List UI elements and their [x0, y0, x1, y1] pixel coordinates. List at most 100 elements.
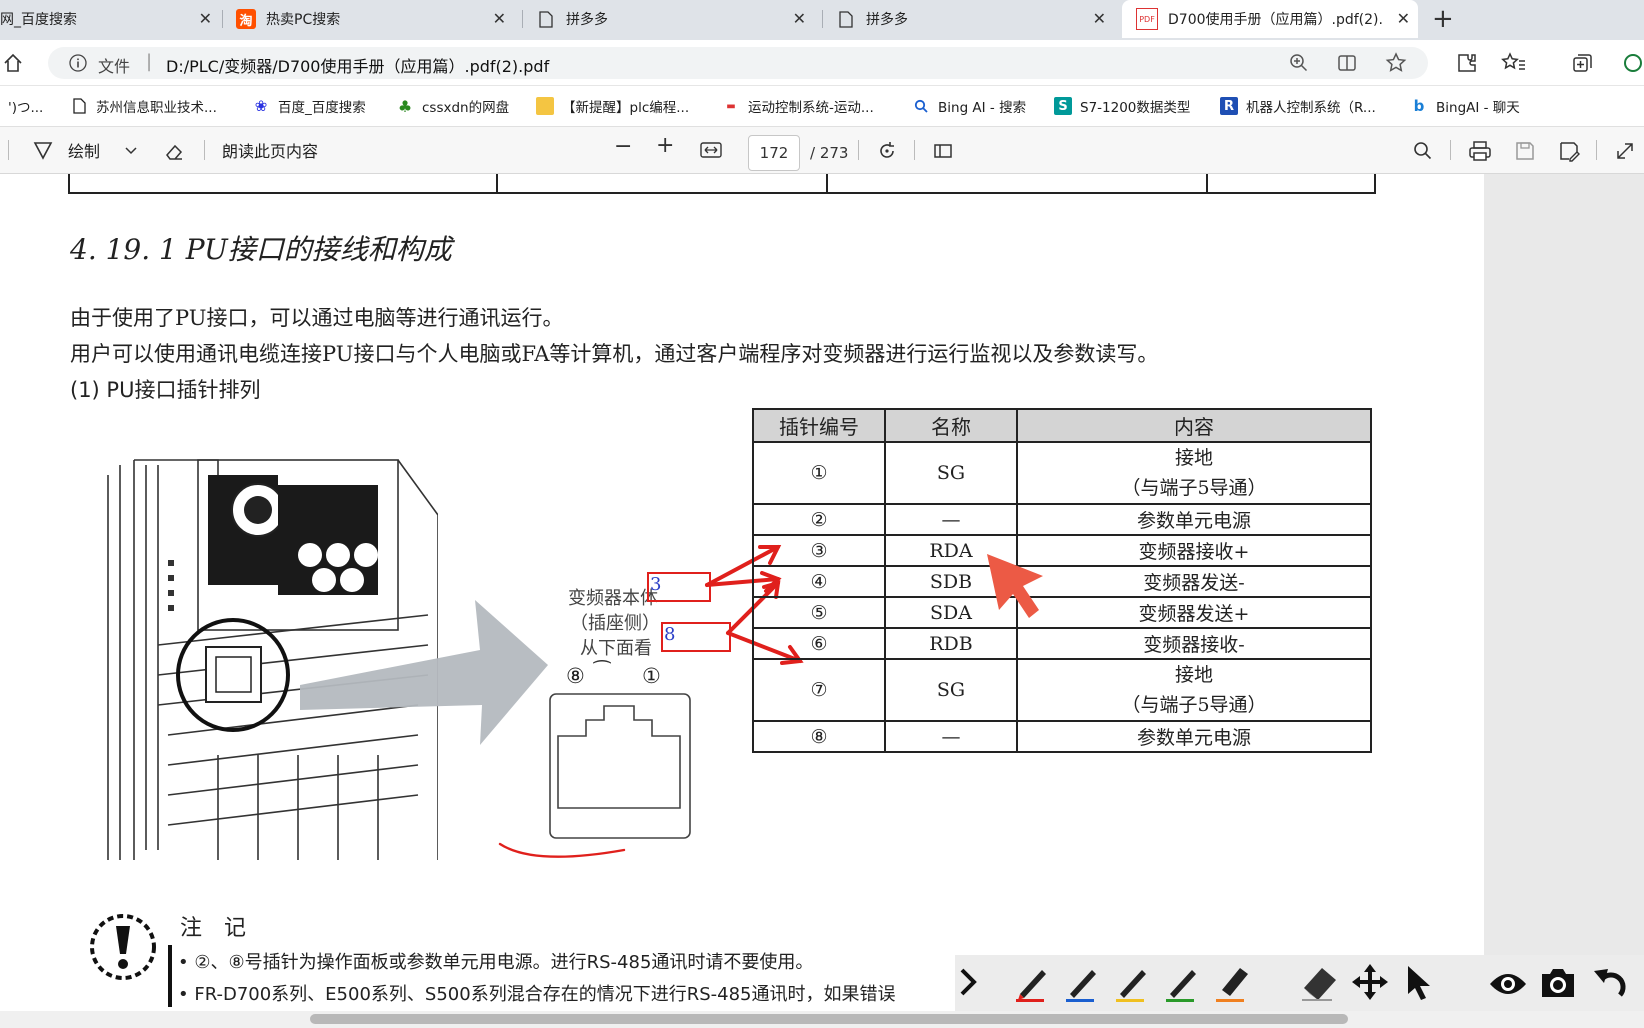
- tab-baidu[interactable]: 网_百度搜索 ✕: [0, 0, 220, 38]
- table-row: ② — 参数单元电源: [752, 503, 1372, 536]
- tab-taobao[interactable]: 淘 热卖PC搜索 ✕: [236, 0, 514, 38]
- camera-icon[interactable]: [1538, 966, 1578, 1004]
- pin-no: ⑦: [752, 658, 886, 722]
- move-icon[interactable]: [1350, 962, 1390, 1006]
- zoom-icon[interactable]: [1288, 52, 1310, 78]
- zoom-out-button[interactable]: −: [614, 134, 632, 159]
- save-as-icon[interactable]: [1558, 140, 1580, 166]
- green-pen-icon[interactable]: [1162, 962, 1202, 1006]
- tab-label: D700使用手册（应用篇）.pdf(2).: [1168, 12, 1383, 28]
- bookmark-item[interactable]: ')つ...: [8, 96, 43, 116]
- pin-no: ⑤: [752, 596, 886, 629]
- close-icon[interactable]: ✕: [793, 9, 806, 28]
- bookmark-label: 运动控制系统-运动...: [748, 100, 874, 116]
- extensions-icon[interactable]: [1455, 51, 1479, 79]
- table-row: ① SG 接地 （与端子5导通）: [752, 441, 1372, 505]
- tab-pinduoduo-2[interactable]: 拼多多 ✕: [836, 0, 1114, 38]
- pin-content: 变频器发送+: [1016, 596, 1372, 629]
- page-view-icon[interactable]: [932, 140, 954, 166]
- read-aloud-button[interactable]: 朗读此页内容: [222, 138, 318, 162]
- bookmark-item[interactable]: Bing AI - 搜索: [912, 96, 1026, 116]
- favorite-star-icon[interactable]: [1384, 51, 1408, 79]
- chevron-right-icon[interactable]: [958, 966, 978, 1002]
- url-box[interactable]: 文件 | D:/PLC/变频器/D700使用手册（应用篇）.pdf(2).pdf: [48, 47, 1428, 79]
- table-header-row: 插针编号 名称 内容: [752, 408, 1372, 443]
- pointer-icon[interactable]: [1404, 964, 1436, 1006]
- draw-icon[interactable]: [32, 139, 54, 165]
- close-icon[interactable]: ✕: [1093, 9, 1106, 28]
- bookmark-item[interactable]: ▬ 运动控制系统-运动...: [722, 96, 874, 116]
- search-icon[interactable]: [1412, 140, 1434, 166]
- home-icon[interactable]: [2, 52, 24, 78]
- notes-title: 注 记: [180, 916, 247, 941]
- pin-no: ③: [752, 534, 886, 567]
- pin-name: SG: [884, 441, 1018, 505]
- rj45-socket: [549, 693, 691, 839]
- new-tab-button[interactable]: +: [1432, 4, 1454, 34]
- orange-highlighter-icon[interactable]: [1212, 962, 1252, 1006]
- search-icon: [912, 97, 930, 115]
- bookmark-item[interactable]: 【新提醒】plc编程...: [536, 96, 689, 116]
- header-cell: 插针编号: [752, 408, 886, 443]
- pin-no: ④: [752, 565, 886, 598]
- bookmark-item[interactable]: ♣ cssxdn的网盘: [396, 96, 509, 117]
- bookmark-label: S7-1200数据类型: [1080, 100, 1191, 116]
- undo-icon[interactable]: [1590, 965, 1630, 1007]
- page-icon: [536, 9, 556, 29]
- red-pen-icon[interactable]: [1012, 962, 1052, 1006]
- info-icon[interactable]: [68, 53, 88, 77]
- collections-icon[interactable]: [1570, 51, 1594, 79]
- tab-pinduoduo-1[interactable]: 拼多多 ✕: [536, 0, 814, 38]
- bookmark-item[interactable]: R 机器人控制系统（R...: [1220, 96, 1376, 116]
- yellow-pen-icon[interactable]: [1112, 962, 1152, 1006]
- bookmark-label: ')つ...: [8, 100, 44, 116]
- bookmark-item[interactable]: 苏州信息职业技术...: [70, 96, 217, 116]
- pin-no: ⑧: [752, 720, 886, 753]
- tab-label: 网_百度搜索: [0, 12, 77, 28]
- total-pages: / 273: [810, 144, 849, 162]
- pin-content: 接地 （与端子5导通）: [1016, 441, 1372, 505]
- figure-label-3: 从下面看: [580, 638, 652, 659]
- bookmark-label: 【新提醒】plc编程...: [562, 100, 690, 116]
- page-icon: [70, 97, 88, 115]
- bookmark-label: 机器人控制系统（R...: [1246, 100, 1376, 116]
- zoom-in-button[interactable]: +: [656, 133, 674, 158]
- tab-pdf-active[interactable]: PDF D700使用手册（应用篇）.pdf(2). ✕: [1122, 0, 1418, 38]
- print-icon[interactable]: [1468, 140, 1492, 166]
- pin-content-line: 接地: [1174, 664, 1213, 686]
- pin-no: ②: [752, 503, 886, 536]
- split-screen-icon[interactable]: [1336, 52, 1358, 78]
- close-icon[interactable]: ✕: [1397, 9, 1410, 28]
- bookmark-item[interactable]: ❀ 百度_百度搜索: [252, 96, 366, 116]
- header-cell: 内容: [1016, 408, 1372, 443]
- chevron-down-icon[interactable]: [124, 144, 138, 160]
- blue-pen-icon[interactable]: [1062, 962, 1102, 1006]
- eye-icon[interactable]: [1488, 970, 1528, 1002]
- page-number-input[interactable]: 172: [748, 135, 800, 171]
- annotation-text: 8: [664, 624, 676, 645]
- rotate-icon[interactable]: [876, 140, 898, 166]
- close-icon[interactable]: ✕: [493, 9, 506, 28]
- erase-icon[interactable]: [163, 140, 185, 166]
- save-icon[interactable]: [1514, 140, 1536, 166]
- bookmark-item[interactable]: b BingAI - 聊天: [1410, 96, 1520, 116]
- tab-bar: 网_百度搜索 ✕ 淘 热卖PC搜索 ✕ 拼多多 ✕ 拼多多 ✕ PDF D700…: [0, 0, 1644, 40]
- warning-icon: [90, 914, 156, 980]
- pin-content: 参数单元电源: [1016, 503, 1372, 536]
- table-row: ⑤ SDA 变频器发送+: [752, 596, 1372, 629]
- eraser-icon[interactable]: [1298, 962, 1340, 1006]
- bookmark-label: BingAI - 聊天: [1436, 100, 1520, 116]
- tilde-mark: ⁀: [594, 660, 611, 684]
- pin-range-right: ①: [642, 664, 661, 688]
- fit-width-icon[interactable]: [699, 140, 723, 164]
- draw-button[interactable]: 绘制: [68, 138, 100, 162]
- copilot-icon[interactable]: [1622, 51, 1644, 79]
- pin-content: 变频器接收-: [1016, 627, 1372, 660]
- favorites-icon[interactable]: [1500, 51, 1526, 79]
- expand-icon[interactable]: [1614, 140, 1636, 166]
- close-icon[interactable]: ✕: [199, 9, 212, 28]
- bookmark-item[interactable]: S S7-1200数据类型: [1054, 96, 1190, 116]
- pin-name: —: [884, 503, 1018, 536]
- scrollbar-thumb[interactable]: [310, 1014, 1348, 1024]
- url-text[interactable]: D:/PLC/变频器/D700使用手册（应用篇）.pdf(2).pdf: [166, 53, 549, 77]
